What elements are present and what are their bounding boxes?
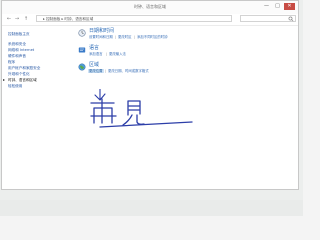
link-separator: | xyxy=(105,69,107,73)
minimize-button[interactable]: — xyxy=(262,3,271,10)
title-bar: 时钟、语言和区域 — □ ✕ xyxy=(2,1,298,14)
link-separator: | xyxy=(106,52,108,56)
sidebar-item-home[interactable]: 控制面板主页 xyxy=(8,32,30,36)
sidebar-item-user-accounts[interactable]: 用户帐户和家庭安全 xyxy=(8,66,40,70)
window-controls: — □ ✕ xyxy=(262,3,295,11)
category-title-language[interactable]: 语言 xyxy=(89,45,99,51)
forward-button[interactable]: → xyxy=(14,16,20,22)
photo-bottom-margin xyxy=(0,200,303,216)
down-arrow xyxy=(94,89,106,101)
link-change-timezone[interactable]: 更改时区 xyxy=(118,35,132,39)
sidebar-item-programs[interactable]: 程序 xyxy=(8,60,15,64)
search-input[interactable] xyxy=(240,15,296,22)
window-title: 时钟、语言和区域 xyxy=(134,4,166,9)
category-title-region[interactable]: 区域 xyxy=(89,62,99,68)
region-globe-icon xyxy=(78,63,86,71)
back-button[interactable]: ← xyxy=(6,16,12,22)
sidebar-item-appearance[interactable]: 外观和个性化 xyxy=(8,72,30,76)
category-title-date-time[interactable]: 日期和时间 xyxy=(89,28,114,34)
link-change-input-method[interactable]: 更改输入法 xyxy=(109,52,126,56)
current-item-marker: ▸ xyxy=(3,77,6,82)
link-add-clocks[interactable]: 添加不同时区的时钟 xyxy=(137,35,168,39)
toolbar-divider xyxy=(2,25,298,26)
link-add-language[interactable]: 添加语言 xyxy=(89,52,103,56)
sidebar-item-system-security[interactable]: 系统和安全 xyxy=(8,42,26,46)
breadcrumb[interactable]: ▸ 控制面板 ▸ 时钟、语言和区域 xyxy=(36,15,232,22)
sidebar-item-network[interactable]: 网络和 Internet xyxy=(8,48,34,52)
up-button[interactable]: ↑ xyxy=(23,16,29,22)
link-separator: | xyxy=(134,35,136,39)
link-change-location[interactable]: 更改位置 xyxy=(88,69,104,73)
sidebar-item-ease-of-access[interactable]: 轻松使用 xyxy=(8,84,22,88)
language-icon xyxy=(78,47,86,53)
maximize-button[interactable]: □ xyxy=(273,3,282,10)
link-change-date-time-number-format[interactable]: 更改日期、时间或数字格式 xyxy=(108,69,149,73)
control-panel-window: 时钟、语言和区域 — □ ✕ ← → ↑ ▸ 控制面板 ▸ 时钟、语言和区域 控… xyxy=(1,0,299,190)
link-separator: | xyxy=(115,35,117,39)
handwritten-annotation xyxy=(90,89,193,128)
sidebar-item-clock-language-region[interactable]: 时钟、语言和区域 xyxy=(8,78,37,82)
sidebar-item-hardware-sound[interactable]: 硬件和声音 xyxy=(8,54,26,58)
search-icon xyxy=(288,16,294,22)
close-button[interactable]: ✕ xyxy=(284,3,295,10)
handwritten-farewell-text xyxy=(90,98,193,128)
address-bar: ← → ↑ ▸ 控制面板 ▸ 时钟、语言和区域 xyxy=(4,14,296,24)
link-set-time-date[interactable]: 设置时间和日期 xyxy=(89,35,113,39)
clock-icon xyxy=(78,29,86,37)
